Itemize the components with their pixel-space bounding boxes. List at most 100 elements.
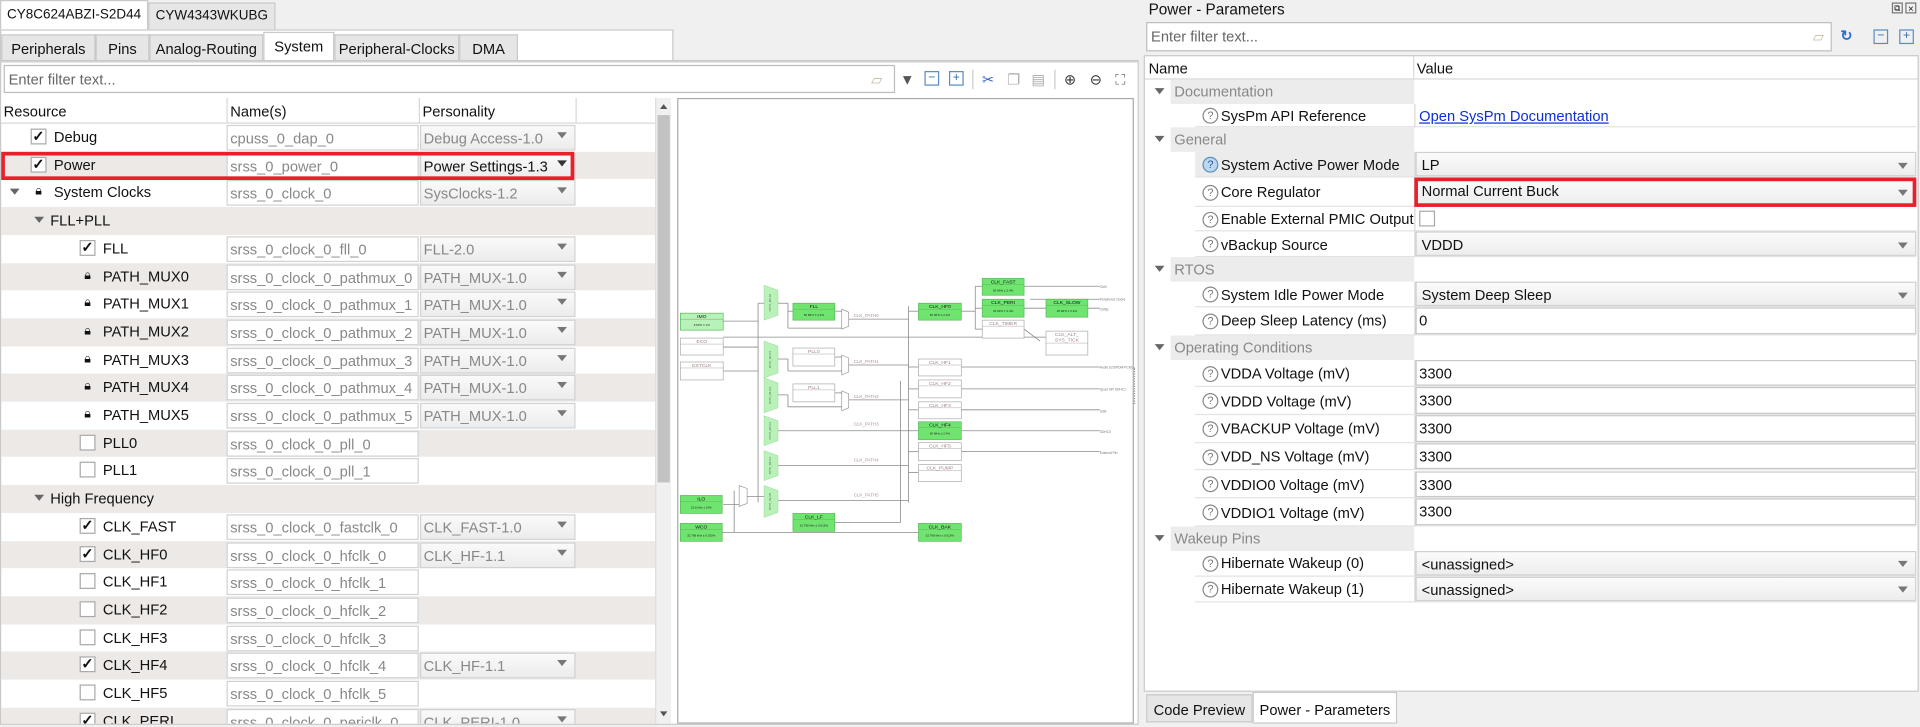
clock-diagram[interactable]: IMO 8 MHz ± 1% ECO EXTCLK ILO 32.8 kHz ± 10% W… xyxy=(678,99,1133,722)
documentation-link[interactable]: Open SysPm Documentation xyxy=(1419,108,1608,125)
resource-name-field[interactable]: srss_0_clock_0_pathmux_5 xyxy=(226,402,419,429)
filter-icon[interactable]: ▼ xyxy=(899,71,916,88)
eraser-icon[interactable]: ▱ xyxy=(1810,28,1827,45)
splitter-handle[interactable] xyxy=(1133,367,1136,405)
resource-row[interactable]: 🔒︎ PATH_MUX4 srss_0_clock_0_pathmux_4 PATH_… xyxy=(1,373,656,402)
parameter-input[interactable]: 3300 xyxy=(1415,498,1917,526)
personality-dropdown[interactable]: PATH_MUX-1.0 xyxy=(420,402,576,429)
help-icon[interactable]: ? xyxy=(1202,211,1219,228)
resource-row[interactable]: ✓ CLK_FAST srss_0_clock_0_fastclk_0 CLK_FAS… xyxy=(1,513,655,541)
resource-row[interactable]: ✓ Debug cpuss_0_dap_0 Debug Access-1.0 xyxy=(1,124,655,152)
parameter-checkbox[interactable] xyxy=(1419,210,1436,227)
resource-row[interactable]: ✓ FLL srss_0_clock_0_fll_0 FLL-2.0 xyxy=(1,235,655,263)
parameter-row[interactable]: ? VDDIO1 Voltage (mV) 3300 xyxy=(1146,498,1917,527)
column-header-name[interactable]: Name xyxy=(1149,60,1188,77)
parameter-dropdown[interactable]: Normal Current Buck xyxy=(1415,177,1917,206)
eraser-icon[interactable]: ▱ xyxy=(868,71,885,88)
expand-arrow-icon[interactable] xyxy=(1154,88,1165,95)
help-icon[interactable]: ? xyxy=(1202,393,1219,410)
resource-name-field[interactable]: cpuss_0_dap_0 xyxy=(226,124,419,151)
parameter-row[interactable]: ? vBackup Source VDDD xyxy=(1146,231,1917,258)
parameter-row[interactable]: ? Core Regulator Normal Current Buck xyxy=(1146,177,1917,207)
resource-name-field[interactable]: srss_0_clock_0 xyxy=(226,180,419,207)
personality-dropdown[interactable]: PATH_MUX-1.0 xyxy=(420,347,576,373)
help-icon[interactable]: ? xyxy=(1202,313,1219,330)
resource-row[interactable]: 🔒︎ System Clocks srss_0_clock_0 SysClocks-1… xyxy=(1,179,655,207)
parameter-input[interactable]: 3300 xyxy=(1415,415,1917,442)
parameter-row[interactable]: ? Enable External PMIC Output xyxy=(1146,206,1917,232)
checkbox-unchecked[interactable] xyxy=(79,601,96,618)
personality-dropdown[interactable]: CLK_FAST-1.0 xyxy=(420,514,576,540)
parameter-filter-input[interactable]: Enter filter text... xyxy=(1146,22,1832,52)
personality-dropdown[interactable]: Debug Access-1.0 xyxy=(420,124,576,151)
device-tab-0[interactable]: CY8C624ABZI-S2D44 xyxy=(0,0,149,30)
resource-name-field[interactable]: srss_0_clock_0_pathmux_2 xyxy=(226,319,419,346)
tab-peripherals[interactable]: Peripherals xyxy=(1,34,96,61)
parameter-dropdown[interactable]: <unassigned> xyxy=(1415,576,1917,602)
checkbox-checked[interactable]: ✓ xyxy=(79,517,96,534)
resource-name-field[interactable]: srss_0_clock_0_fastclk_0 xyxy=(226,514,419,540)
parameter-dropdown[interactable]: System Deep Sleep xyxy=(1415,281,1917,307)
resource-name-field[interactable]: srss_0_clock_0_hfclk_2 xyxy=(226,597,419,624)
tab-code-preview[interactable]: Code Preview xyxy=(1146,694,1253,723)
collapse-all-icon[interactable]: − xyxy=(924,71,940,86)
expand-arrow-icon[interactable] xyxy=(34,494,45,501)
parameter-row[interactable]: ? VDD_NS Voltage (mV) 3300 xyxy=(1146,443,1917,471)
personality-dropdown[interactable]: CLK_PERI-1.0 xyxy=(420,708,576,724)
resource-row[interactable]: 🔒︎ PATH_MUX5 srss_0_clock_0_pathmux_5 PATH_… xyxy=(1,402,655,430)
parameter-row[interactable]: ? SysPm API Reference Open SysPm Documenta… xyxy=(1146,104,1917,128)
resource-row[interactable]: 🔒︎ PATH_MUX3 srss_0_clock_0_pathmux_3 PATH_… xyxy=(1,346,655,374)
resource-row[interactable]: CLK_HF2 srss_0_clock_0_hfclk_2 xyxy=(1,596,656,624)
tab-peripheral-clocks[interactable]: Peripheral-Clocks xyxy=(334,34,460,61)
checkbox-checked[interactable]: ✓ xyxy=(30,129,47,145)
clock-diagram-panel[interactable]: IMO 8 MHz ± 1% ECO EXTCLK ILO 32.8 kHz ± 10% W… xyxy=(677,97,1134,724)
zoom-in-icon[interactable]: ⊕ xyxy=(1062,71,1079,88)
column-header-personality[interactable]: Personality xyxy=(422,103,495,120)
tab-analog-routing[interactable]: Analog-Routing xyxy=(149,34,264,61)
parameter-row[interactable]: ? Hibernate Wakeup (0) <unassigned> xyxy=(1146,550,1917,577)
checkbox-checked[interactable]: ✓ xyxy=(79,239,96,256)
expand-all-icon[interactable]: + xyxy=(1899,29,1914,45)
checkbox-unchecked[interactable] xyxy=(79,573,96,590)
personality-dropdown[interactable]: CLK_HF-1.1 xyxy=(420,653,576,679)
personality-dropdown[interactable]: PATH_MUX-1.0 xyxy=(420,291,576,318)
parameter-input[interactable]: 0 xyxy=(1415,307,1917,334)
checkbox-checked[interactable]: ✓ xyxy=(79,656,96,673)
personality-dropdown[interactable]: FLL-2.0 xyxy=(420,236,576,262)
scrollbar-thumb[interactable] xyxy=(657,115,670,483)
resource-row[interactable]: CLK_HF5 srss_0_clock_0_hfclk_5 xyxy=(1,680,655,708)
resource-row[interactable]: 🔒︎ PATH_MUX1 srss_0_clock_0_pathmux_1 PATH_… xyxy=(1,290,655,318)
help-icon[interactable]: ? xyxy=(1202,504,1219,521)
resource-row[interactable]: CLK_HF1 srss_0_clock_0_hfclk_1 xyxy=(1,568,655,596)
parameter-row[interactable]: ? VDDA Voltage (mV) 3300 xyxy=(1146,359,1917,388)
help-icon[interactable]: ? xyxy=(1202,156,1219,173)
resource-name-field[interactable]: srss_0_clock_0_fll_0 xyxy=(226,236,419,262)
resource-name-field[interactable]: srss_0_clock_0_pathmux_1 xyxy=(226,291,419,318)
paste-icon[interactable]: ▤ xyxy=(1030,71,1047,88)
personality-dropdown[interactable]: CLK_HF-1.1 xyxy=(420,541,576,568)
expand-arrow-icon[interactable] xyxy=(1154,534,1165,542)
expand-arrow-icon[interactable] xyxy=(1154,343,1165,350)
checkbox-unchecked[interactable] xyxy=(79,628,96,645)
cut-icon[interactable]: ✂ xyxy=(980,71,997,88)
help-icon[interactable]: ? xyxy=(1202,236,1219,253)
parameter-group-row[interactable]: RTOS xyxy=(1146,257,1916,282)
personality-dropdown[interactable]: PATH_MUX-1.0 xyxy=(420,375,576,401)
column-header-value[interactable]: Value xyxy=(1417,60,1454,77)
parameter-row[interactable]: ? VDDD Voltage (mV) 3300 xyxy=(1146,387,1917,416)
tab-pins[interactable]: Pins xyxy=(95,34,150,61)
resource-row[interactable]: PLL1 srss_0_clock_0_pll_1 xyxy=(1,457,655,485)
parameter-dropdown[interactable]: <unassigned> xyxy=(1415,550,1917,576)
resource-name-field[interactable]: srss_0_clock_0_hfclk_3 xyxy=(226,625,419,651)
parameter-input[interactable]: 3300 xyxy=(1415,387,1917,414)
resource-row[interactable]: ✓ CLK_HF4 srss_0_clock_0_hfclk_4 CLK_HF-1.1 xyxy=(1,651,656,680)
resource-row[interactable]: ✓ CLK_PERI srss_0_clock_0_periclk_0 CLK_PER… xyxy=(1,707,656,724)
resource-name-field[interactable]: srss_0_clock_0_hfclk_4 xyxy=(226,653,419,679)
personality-dropdown[interactable]: PATH_MUX-1.0 xyxy=(420,263,576,290)
help-icon[interactable]: ? xyxy=(1202,476,1219,493)
personality-dropdown[interactable]: SysClocks-1.2 xyxy=(420,180,576,207)
parameter-input[interactable]: 3300 xyxy=(1415,443,1917,470)
expand-arrow-icon[interactable] xyxy=(34,216,45,223)
help-icon[interactable]: ? xyxy=(1202,421,1219,438)
checkbox-unchecked[interactable] xyxy=(79,434,96,451)
